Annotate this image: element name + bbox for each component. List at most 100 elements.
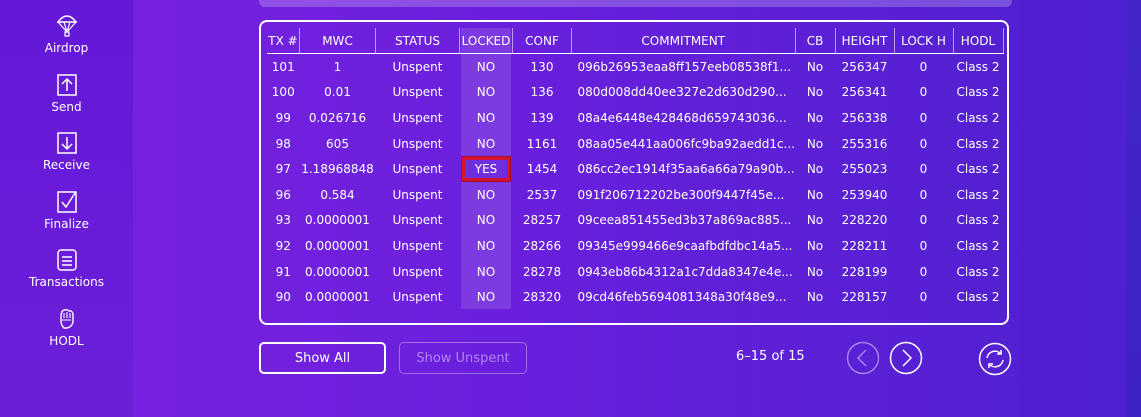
cell-mwc: 0.584: [320, 187, 355, 202]
previous-page-button[interactable]: [846, 341, 880, 375]
cell-lock-h: 0: [919, 162, 928, 177]
cell-lock-h: 0: [919, 136, 928, 151]
table-row[interactable]: 90 0.0000001 Unspent NO 28320 09cd46feb569408…: [267, 284, 1003, 310]
cell-commitment: 08a4e6448e428468d659743036...: [577, 110, 787, 125]
cell-height: 228211: [841, 238, 888, 253]
cell-height: 255316: [841, 136, 888, 151]
column-header-lock-h[interactable]: LOCK H: [894, 28, 954, 54]
cell-cb: No: [806, 162, 824, 177]
pagination-range: 6–15 of 15: [736, 349, 805, 364]
column-header-conf[interactable]: CONF: [512, 28, 572, 54]
cell-height: 228220: [841, 213, 888, 228]
sidebar-item-label: Send: [51, 100, 82, 114]
cell-tx: 92: [275, 238, 291, 253]
cell-lock-h: 0: [919, 264, 928, 279]
table-row[interactable]: 100 0.01 Unspent NO 136 080d008dd40ee327e2d63…: [267, 80, 1003, 106]
cell-commitment: 0943eb86b4312a1c7dda8347e4e...: [577, 264, 793, 279]
cell-mwc: 0.0000001: [305, 264, 370, 279]
cell-conf: 1454: [526, 162, 558, 177]
sidebar-item-label: Finalize: [44, 217, 89, 231]
table-row[interactable]: 99 0.026716 Unspent NO 139 08a4e6448e428468d6…: [267, 105, 1003, 131]
next-page-button[interactable]: [889, 341, 923, 375]
table-row[interactable]: 92 0.0000001 Unspent NO 28266 09345e999466e9c…: [267, 233, 1003, 259]
arrow-down-box-icon: [56, 132, 77, 154]
parachute-icon: [55, 15, 78, 37]
cell-locked: NO: [476, 213, 496, 228]
show-unspent-button[interactable]: Show Unspent: [399, 342, 527, 374]
cell-hodl: Class 2: [956, 162, 1000, 177]
cell-status: Unspent: [392, 187, 443, 202]
sidebar-item-finalize[interactable]: Finalize: [0, 190, 133, 231]
cell-mwc: 0.0000001: [305, 290, 370, 305]
top-panel-edge: [259, 0, 1012, 7]
cell-mwc: 0.0000001: [305, 213, 370, 228]
sidebar-item-label: Receive: [43, 158, 90, 172]
cell-commitment: 09345e999466e9caafbdfdbc14a5...: [577, 238, 793, 253]
cell-tx: 93: [275, 213, 291, 228]
cell-cb: No: [806, 59, 824, 74]
cell-commitment: 09cd46feb5694081348a30f48e9...: [577, 290, 787, 305]
cell-conf: 139: [530, 110, 554, 125]
cell-hodl: Class 2: [956, 85, 1000, 100]
outputs-table: TX # MWC STATUS LOCKED CONF COMMITMENT C…: [259, 20, 1009, 325]
cell-height: 256347: [841, 59, 888, 74]
cell-commitment: 080d008dd40ee327e2d630d290...: [577, 85, 787, 100]
sidebar-item-transactions[interactable]: Transactions: [0, 248, 133, 289]
cell-cb: No: [806, 85, 824, 100]
cell-cb: No: [806, 136, 824, 151]
table-row[interactable]: 91 0.0000001 Unspent NO 28278 0943eb86b4312a1…: [267, 259, 1003, 285]
cell-commitment: 08aa05e441aa006fc9ba92aedd1c...: [577, 136, 796, 151]
cell-hodl: Class 2: [956, 59, 1000, 74]
cell-commitment: 086cc2ec1914f35aa6a66a79a90b...: [577, 162, 795, 177]
cell-status: Unspent: [392, 213, 443, 228]
show-all-button[interactable]: Show All: [259, 342, 386, 374]
cell-tx: 97: [275, 162, 291, 177]
cell-hodl: Class 2: [956, 136, 1000, 151]
cell-status: Unspent: [392, 85, 443, 100]
sidebar-item-send[interactable]: Send: [0, 73, 133, 114]
chevron-right-icon: [902, 349, 913, 367]
cell-hodl: Class 2: [956, 290, 1000, 305]
table-row[interactable]: 93 0.0000001 Unspent NO 28257 09ceea851455ed3…: [267, 208, 1003, 234]
cell-hodl: Class 2: [956, 238, 1000, 253]
cell-commitment: 096b26953eaa8ff157eeb08538f1...: [577, 59, 791, 74]
cell-conf: 1161: [526, 136, 558, 151]
sidebar-item-hodl[interactable]: HODL: [0, 307, 133, 348]
cell-cb: No: [806, 110, 824, 125]
cell-tx: 101: [271, 59, 295, 74]
cell-height: 228157: [841, 290, 888, 305]
cell-locked: YES: [460, 156, 513, 182]
outputs-grid: TX # MWC STATUS LOCKED CONF COMMITMENT C…: [267, 28, 1004, 310]
column-header-hodl[interactable]: HODL: [953, 28, 1004, 54]
sidebar-item-airdrop[interactable]: Airdrop: [0, 12, 133, 55]
column-header-commitment[interactable]: COMMITMENT: [571, 28, 796, 54]
cell-status: Unspent: [392, 59, 443, 74]
column-header-cb[interactable]: CB: [795, 28, 836, 54]
table-header-row: TX # MWC STATUS LOCKED CONF COMMITMENT C…: [267, 28, 1004, 54]
cell-lock-h: 0: [919, 238, 928, 253]
arrow-up-box-icon: [56, 74, 77, 96]
column-header-height[interactable]: HEIGHT: [835, 28, 895, 54]
cell-status: Unspent: [392, 238, 443, 253]
list-icon: [56, 249, 77, 271]
cell-conf: 28320: [522, 290, 562, 305]
cell-status: Unspent: [392, 136, 443, 151]
cell-conf: 130: [530, 59, 554, 74]
column-header-mwc[interactable]: MWC: [299, 28, 376, 54]
column-header-tx[interactable]: TX #: [267, 28, 300, 54]
cell-height: 253940: [841, 187, 888, 202]
table-row[interactable]: 96 0.584 Unspent NO 2537 091f206712202be300f9…: [267, 182, 1003, 208]
table-row[interactable]: 97 1.18968848 Unspent YES 1454 086cc2ec1914f3…: [267, 156, 1003, 182]
cell-conf: 28278: [522, 264, 562, 279]
checkbox-icon: [56, 191, 77, 213]
cell-hodl: Class 2: [956, 110, 1000, 125]
cell-lock-h: 0: [919, 290, 928, 305]
refresh-button[interactable]: [978, 342, 1012, 376]
cell-locked: NO: [476, 264, 496, 279]
table-row[interactable]: 101 1 Unspent NO 130 096b26953eaa8ff157eeb085…: [267, 54, 1003, 80]
sidebar-item-receive[interactable]: Receive: [0, 131, 133, 172]
column-header-locked[interactable]: LOCKED: [459, 28, 513, 54]
cell-status: Unspent: [392, 264, 443, 279]
table-row[interactable]: 98 605 Unspent NO 1161 08aa05e441aa006fc9ba92…: [267, 131, 1003, 157]
column-header-status[interactable]: STATUS: [375, 28, 460, 54]
